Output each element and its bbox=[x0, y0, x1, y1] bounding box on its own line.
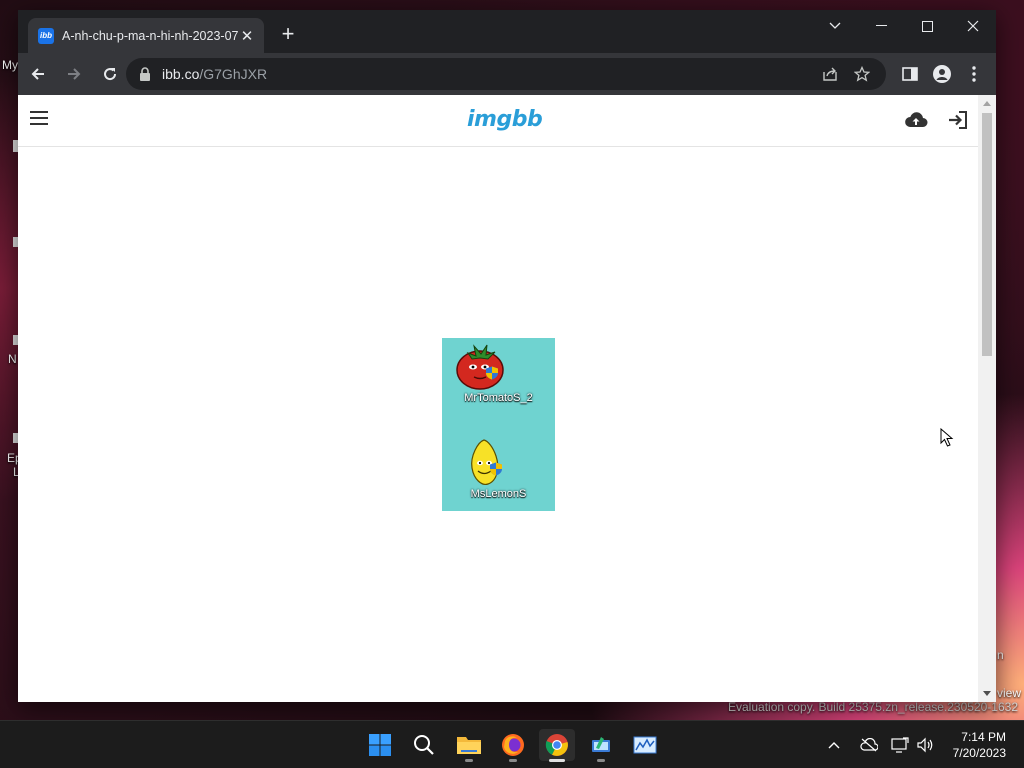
tab-close-icon[interactable]: ✕ bbox=[238, 27, 256, 45]
reload-icon[interactable] bbox=[94, 58, 126, 90]
close-window-button[interactable] bbox=[950, 10, 996, 42]
browser-toolbar: ibb.co/G7GhJXR bbox=[18, 53, 996, 95]
uac-shield-icon bbox=[490, 462, 502, 476]
taskbar-chrome[interactable] bbox=[539, 729, 575, 762]
tab-search-icon[interactable] bbox=[812, 10, 858, 42]
tab-favicon: ibb bbox=[38, 27, 54, 44]
address-bar[interactable]: ibb.co/G7GhJXR bbox=[126, 58, 886, 90]
evaluation-watermark: Evaluation copy. Build 25375.zn_release.… bbox=[728, 700, 1018, 714]
menu-dots-icon[interactable] bbox=[958, 58, 990, 90]
scroll-down-arrow-icon[interactable] bbox=[983, 691, 991, 696]
onedrive-icon[interactable] bbox=[860, 721, 878, 768]
desktop-icon-label: N bbox=[8, 352, 17, 366]
desktop-icon-label: My bbox=[2, 58, 18, 72]
running-indicator bbox=[597, 759, 605, 762]
taskbar-search-button[interactable] bbox=[406, 729, 442, 761]
running-indicator bbox=[549, 759, 565, 762]
network-icon[interactable] bbox=[891, 721, 909, 768]
shortcut-item: MrTomatoS_2 bbox=[442, 340, 555, 404]
taskbar-file-explorer[interactable] bbox=[451, 729, 487, 762]
shortcut-label: MsLemonS bbox=[470, 488, 527, 500]
sign-in-icon[interactable] bbox=[948, 111, 968, 134]
tab-title: A-nh-chu-p-ma-n-hi-nh-2023-07 bbox=[62, 28, 238, 43]
search-icon bbox=[414, 735, 434, 755]
lock-icon[interactable] bbox=[139, 67, 153, 81]
side-panel-icon[interactable] bbox=[894, 58, 926, 90]
system-clock[interactable]: 7:14 PM 7/20/2023 bbox=[953, 729, 1006, 761]
imgbb-logo[interactable]: imgbb bbox=[467, 107, 543, 132]
app-icon-green bbox=[592, 737, 610, 752]
page-viewport: imgbb MrTomatoS_2 MsLemonS bbox=[18, 95, 996, 702]
maximize-button[interactable] bbox=[904, 10, 950, 42]
share-icon[interactable] bbox=[814, 66, 846, 82]
site-header: imgbb bbox=[18, 95, 978, 147]
shortcut-label: MrTomatoS_2 bbox=[464, 392, 533, 404]
profile-icon[interactable] bbox=[926, 58, 958, 90]
window-controls bbox=[812, 10, 996, 42]
mouse-cursor-icon bbox=[940, 428, 954, 447]
title-bar: ibb A-nh-chu-p-ma-n-hi-nh-2023-07 ✕ + bbox=[18, 10, 996, 53]
vertical-scrollbar[interactable] bbox=[978, 95, 996, 702]
app-icon-chart bbox=[633, 736, 657, 754]
url-text: ibb.co/G7GhJXR bbox=[162, 66, 268, 82]
clock-date: 7/20/2023 bbox=[952, 746, 1006, 760]
show-hidden-icons-icon[interactable] bbox=[828, 721, 840, 768]
volume-icon[interactable] bbox=[916, 721, 934, 768]
running-indicator bbox=[465, 759, 473, 762]
chrome-icon bbox=[545, 734, 568, 756]
bookmark-star-icon[interactable] bbox=[846, 66, 878, 82]
start-button[interactable] bbox=[362, 729, 398, 761]
back-arrow-icon[interactable] bbox=[22, 58, 54, 90]
browser-window: ibb A-nh-chu-p-ma-n-hi-nh-2023-07 ✕ + ib… bbox=[18, 10, 996, 702]
browser-tab[interactable]: ibb A-nh-chu-p-ma-n-hi-nh-2023-07 ✕ bbox=[28, 18, 264, 53]
scrollbar-thumb[interactable] bbox=[982, 113, 992, 356]
taskbar: 7:14 PM 7/20/2023 bbox=[0, 720, 1024, 768]
file-explorer-icon bbox=[457, 737, 481, 754]
clock-time: 7:14 PM bbox=[961, 730, 1006, 744]
minimize-button[interactable] bbox=[858, 10, 904, 42]
taskbar-firefox[interactable] bbox=[495, 729, 531, 762]
taskbar-app-chart[interactable] bbox=[627, 729, 663, 761]
uploaded-image[interactable]: MrTomatoS_2 MsLemonS bbox=[442, 338, 555, 511]
desktop-icon-label: view bbox=[997, 686, 1022, 700]
shortcut-item: MsLemonS bbox=[442, 438, 555, 500]
taskbar-app-green[interactable] bbox=[583, 729, 619, 762]
forward-arrow-icon[interactable] bbox=[58, 58, 90, 90]
firefox-icon bbox=[502, 734, 524, 756]
scroll-up-arrow-icon[interactable] bbox=[983, 101, 991, 106]
new-tab-button[interactable]: + bbox=[275, 22, 301, 48]
upload-cloud-icon[interactable] bbox=[904, 111, 928, 134]
start-icon bbox=[369, 734, 391, 756]
running-indicator bbox=[509, 759, 517, 762]
uac-shield-icon bbox=[486, 366, 498, 380]
desktop-icon-label: n bbox=[997, 648, 1004, 662]
hamburger-menu-icon[interactable] bbox=[30, 111, 48, 125]
